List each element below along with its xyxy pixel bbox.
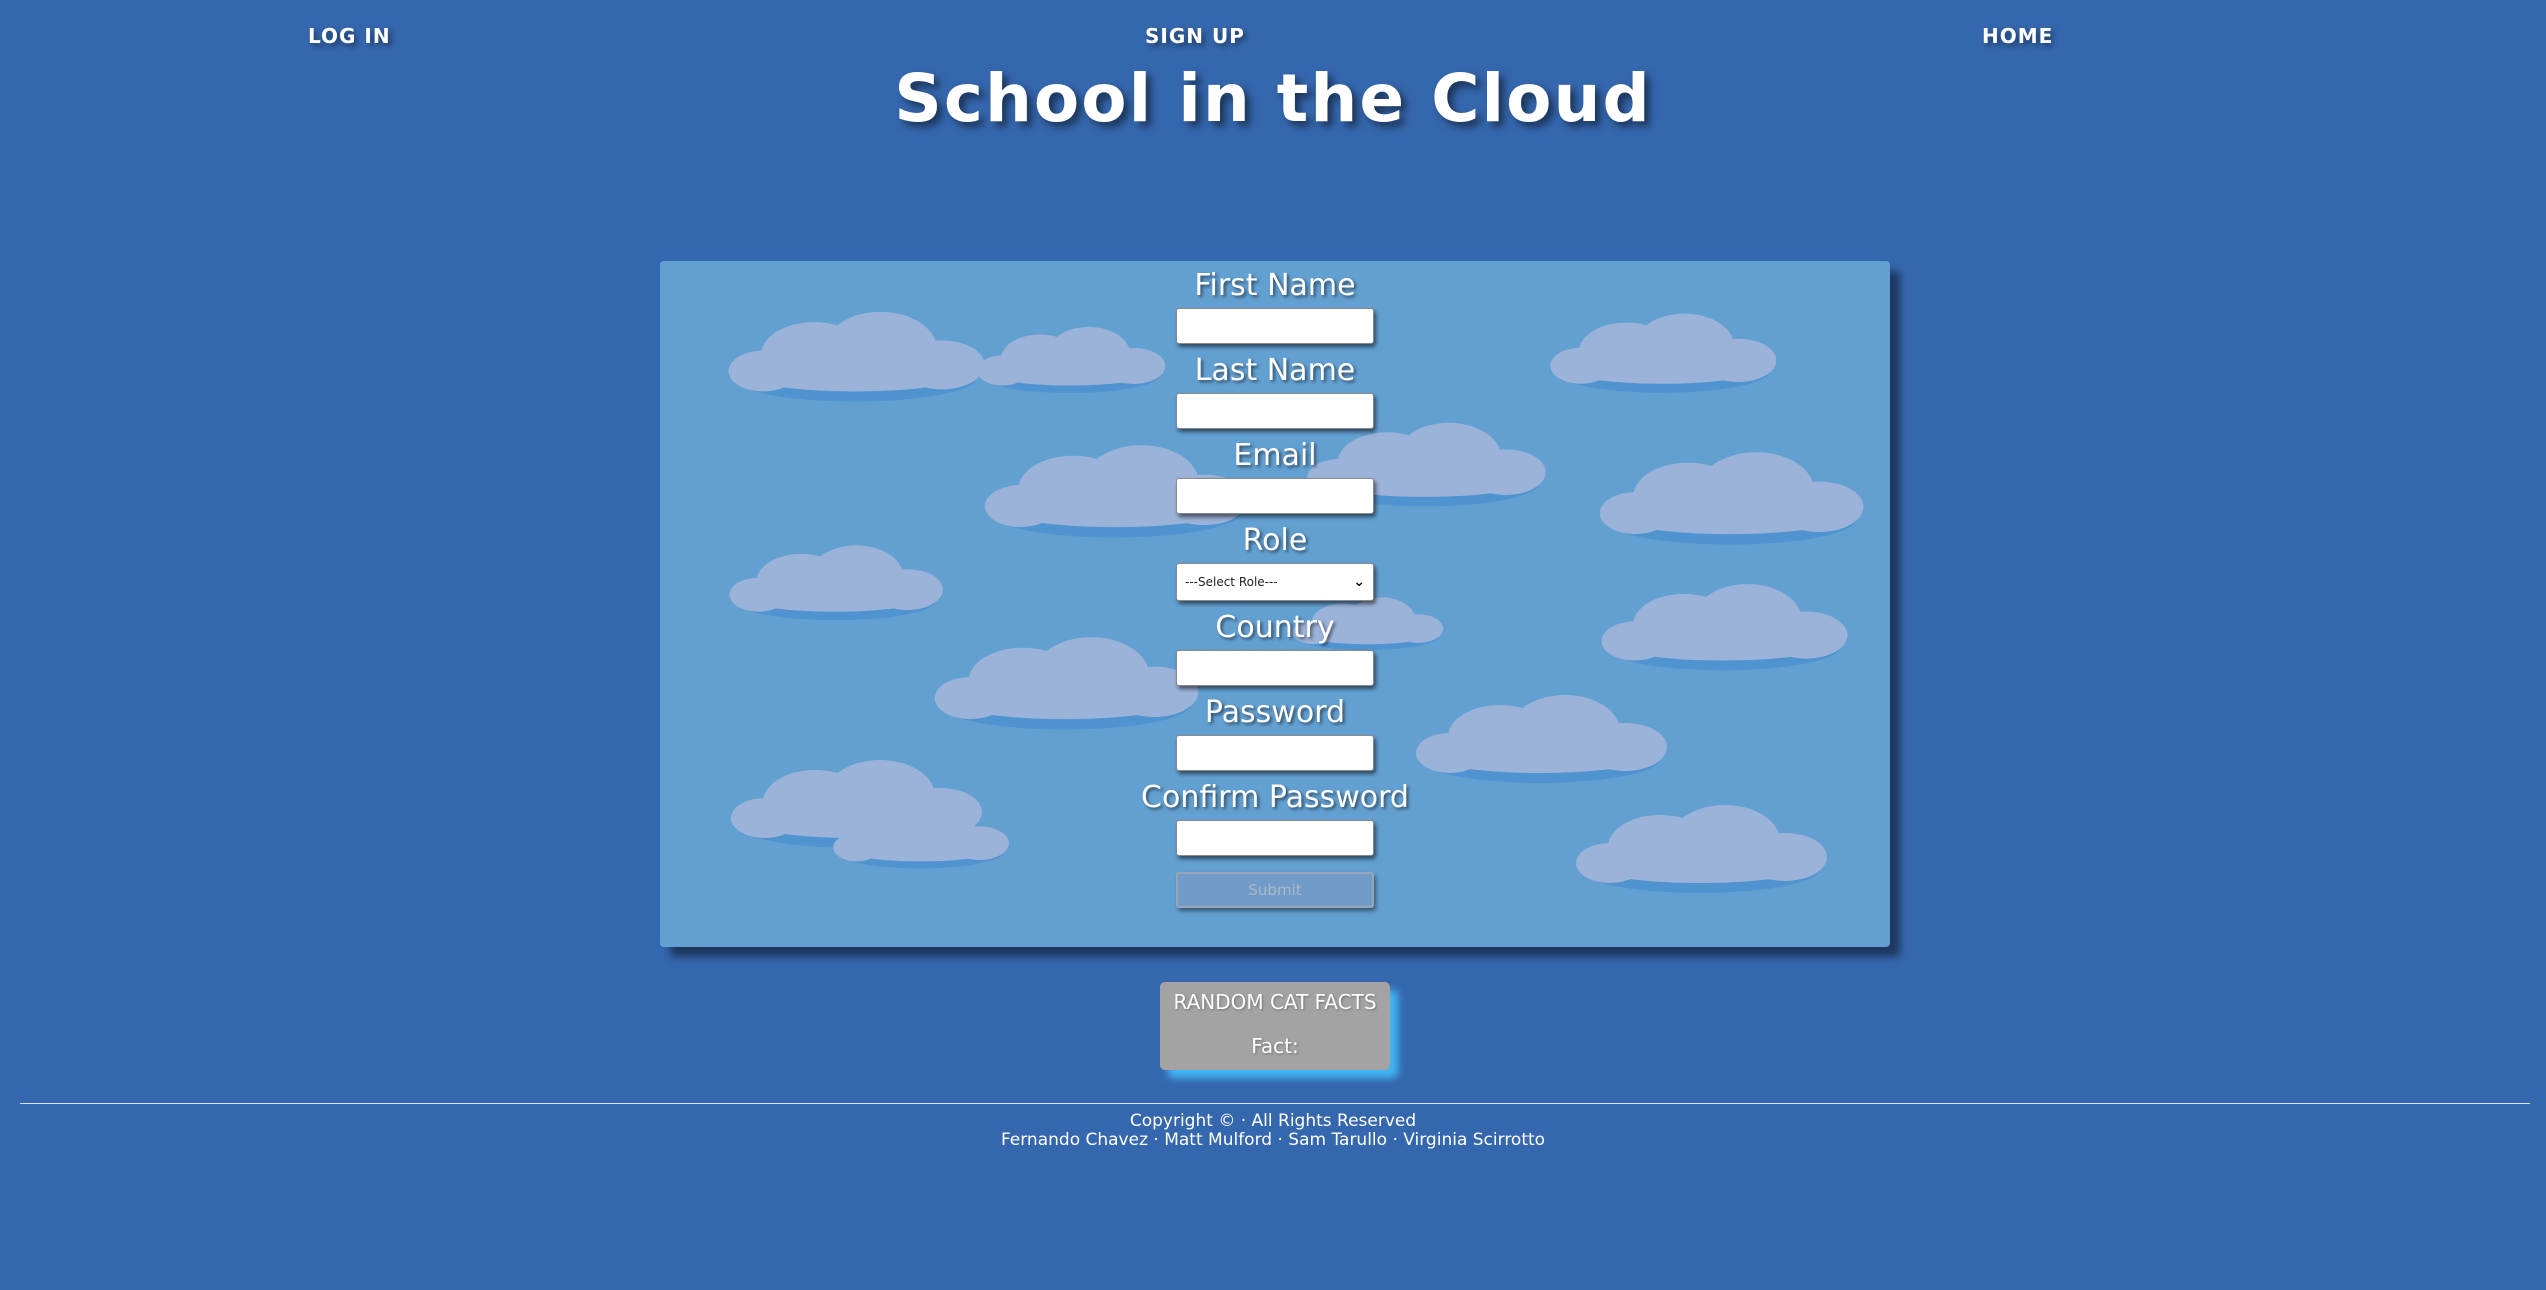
role-select[interactable]: ---Select Role--- ⌄ [1176, 563, 1374, 601]
country-field[interactable] [1176, 650, 1374, 686]
nav-home-link[interactable]: HOME [1982, 24, 2053, 48]
cat-facts-title: RANDOM CAT FACTS [1173, 990, 1377, 1014]
password-label: Password [1204, 695, 1346, 730]
last-name-field[interactable] [1176, 393, 1374, 429]
chevron-down-icon: ⌄ [1353, 574, 1365, 590]
confirm-password-label: Confirm Password [1141, 780, 1409, 815]
first-name-label: First Name [1194, 268, 1356, 303]
password-field[interactable] [1176, 735, 1374, 771]
nav-signup-link[interactable]: SIGN UP [1145, 24, 1245, 48]
cat-facts-card[interactable]: RANDOM CAT FACTS Fact: [1160, 982, 1390, 1070]
role-label: Role [1242, 523, 1308, 558]
site-title: School in the Cloud [894, 60, 1652, 137]
email-field[interactable] [1176, 478, 1374, 514]
footer-divider [20, 1103, 2530, 1104]
country-label: Country [1215, 610, 1335, 645]
role-selected-value: ---Select Role--- [1185, 575, 1278, 589]
nav-login-link[interactable]: LOG IN [308, 24, 391, 48]
cat-fact-label: Fact: [1251, 1034, 1299, 1058]
last-name-label: Last Name [1194, 353, 1356, 388]
submit-button[interactable]: Submit [1176, 872, 1374, 908]
cloud-icon [1576, 805, 1827, 893]
email-label: Email [1233, 438, 1317, 473]
footer-credits: Fernando Chavez · Matt Mulford · Sam Tar… [1000, 1130, 1546, 1150]
first-name-field[interactable] [1176, 308, 1374, 344]
confirm-password-field[interactable] [1176, 820, 1374, 856]
footer-copyright: Copyright © · All Rights Reserved [1129, 1111, 1417, 1131]
signup-form: First Name Last Name Email Role ---Selec… [660, 261, 1890, 947]
